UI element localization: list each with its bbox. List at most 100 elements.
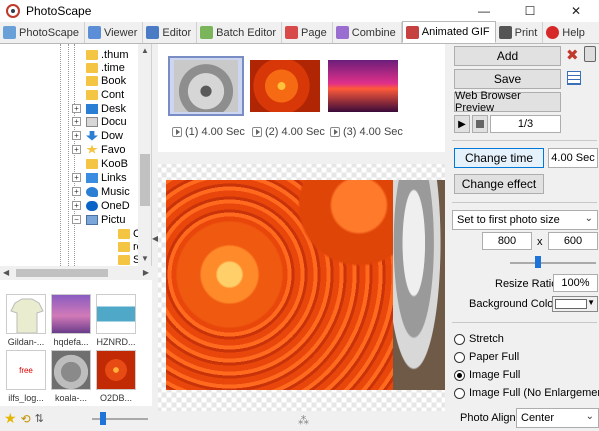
maximize-button[interactable]: ☐ [507,0,553,22]
folder-tree[interactable]: .thum .time Book Cont + Desk + Docu + Do… [0,44,152,266]
file-thumbnail-label: Gildan-... [7,337,45,347]
frame-time-field[interactable]: 4.00 Sec [548,148,598,168]
minimize-button[interactable]: — [461,0,507,22]
scroll-left-icon[interactable]: ◀ [3,268,9,277]
tree-expander[interactable]: + [72,173,81,182]
scrollbar-thumb[interactable] [140,154,150,206]
scroll-down-icon[interactable]: ▼ [141,254,149,263]
file-thumbnail[interactable] [96,350,136,390]
fit-option-image-full[interactable]: Image Full [454,369,520,381]
file-thumbnail-label: hqdefa... [53,337,89,347]
radio-button[interactable] [454,387,465,399]
tree-item[interactable]: Favo [86,143,125,156]
close-button[interactable]: ✕ [553,0,599,22]
tree-expander[interactable]: + [72,187,81,196]
background-color-picker[interactable]: ▼ [552,296,598,312]
tree-item[interactable]: Cont [86,88,124,101]
separator [452,140,597,141]
scrollbar-thumb[interactable] [16,269,108,277]
radio-button[interactable] [454,333,465,345]
tree-item[interactable]: .time [86,61,125,74]
play-button[interactable]: ▶ [454,115,470,133]
play-icon[interactable] [252,127,262,137]
play-icon[interactable] [172,127,182,137]
tree-expander[interactable]: + [72,201,81,210]
width-field[interactable]: 800 [482,232,532,250]
fit-option-image-full-no-enlargement[interactable]: Image Full (No Enlargement) [454,387,599,399]
file-thumbnail[interactable] [6,294,46,334]
change-time-button[interactable]: Change time [454,148,544,168]
scroll-up-icon[interactable]: ▲ [141,46,149,55]
chevron-down-icon: ▼ [587,298,595,307]
web-browser-preview-button[interactable]: Web Browser Preview [454,90,561,114]
resize-slider-thumb[interactable] [535,256,541,268]
tree-expander[interactable]: + [72,131,81,140]
batch-editor-icon [200,26,214,39]
tree-item[interactable]: Music [86,185,130,198]
fit-option-paper-full[interactable]: Paper Full [454,351,519,363]
folder-icon [86,89,98,100]
tab-animated-gif[interactable]: Animated GIF [401,21,496,43]
radio-button[interactable] [454,351,465,363]
file-thumbnail[interactable] [51,294,91,334]
separator [452,202,597,203]
file-thumbnail[interactable] [51,350,91,390]
tree-horizontal-scrollbar[interactable]: ◀ ▶ [0,266,152,280]
fit-option-stretch[interactable]: Stretch [454,333,504,345]
gif-frame-label: (1) 4.00 Sec [172,126,245,138]
help-icon [546,26,560,39]
size-mode-select[interactable]: Set to first photo size ⌄ [452,210,598,230]
file-thumbnail-grid: Gildan-... hqdefa... HZNRD... free ilfs_… [0,284,152,404]
tree-item[interactable]: Book [86,74,126,87]
sort-icon[interactable]: ⇅ [35,412,44,425]
tab-viewer[interactable]: Viewer [85,22,144,43]
onedrive-icon [86,200,98,211]
tab-batch-editor[interactable]: Batch Editor [197,22,283,43]
tree-item[interactable]: KooB [86,157,128,170]
tree-item[interactable]: Links [86,171,127,184]
tree-vertical-scrollbar[interactable]: ▲ ▼ [138,44,151,266]
tab-page[interactable]: Page [282,22,333,43]
grid-icon[interactable]: ⁂ [298,414,309,427]
list-icon[interactable] [567,71,581,85]
play-icon[interactable] [330,127,340,137]
radio-button[interactable] [454,369,465,381]
gif-frame[interactable] [250,58,322,114]
tree-item[interactable]: Docu [86,115,127,128]
thumbnail-size-slider-thumb[interactable] [100,412,106,425]
save-button[interactable]: Save [454,69,561,89]
tree-item[interactable]: Pictu [86,213,125,226]
scroll-right-icon[interactable]: ▶ [143,268,149,277]
tab-combine[interactable]: Combine [333,22,402,43]
tree-item[interactable]: Desk [86,102,126,115]
photo-align-select[interactable]: Center ⌄ [516,408,599,428]
trash-icon[interactable] [584,46,596,62]
tab-help[interactable]: Help [543,22,590,43]
gif-frame[interactable] [328,58,400,114]
tree-expander[interactable]: + [72,145,81,154]
delete-icon[interactable]: ✖ [566,46,579,64]
stop-button[interactable] [472,115,488,133]
tree-item[interactable]: .thum [86,48,129,61]
gif-frame[interactable] [168,56,244,116]
refresh-folder-icon[interactable]: ⟲ [21,412,31,426]
favorite-star-icon[interactable]: ★ [4,410,17,427]
tab-print[interactable]: Print [496,22,544,43]
logo-text: free [19,365,33,375]
change-effect-button[interactable]: Change effect [454,174,544,194]
tree-expander[interactable]: + [72,117,81,126]
file-thumbnail[interactable]: free [6,350,46,390]
tree-item[interactable]: Dow [86,129,123,142]
tab-photoscape[interactable]: PhotoScape [0,22,85,43]
music-icon [86,186,98,197]
tree-item[interactable]: OneD [86,199,130,212]
height-field[interactable]: 600 [548,232,598,250]
file-thumbnail[interactable] [96,294,136,334]
tree-item[interactable]: S [118,253,140,266]
tree-expander[interactable]: − [72,215,81,224]
tab-editor[interactable]: Editor [143,22,198,43]
add-button[interactable]: Add [454,46,561,66]
resize-slider-track[interactable] [510,262,596,264]
tree-expander[interactable]: + [72,104,81,113]
resize-ratio-field[interactable]: 100% [553,274,598,292]
